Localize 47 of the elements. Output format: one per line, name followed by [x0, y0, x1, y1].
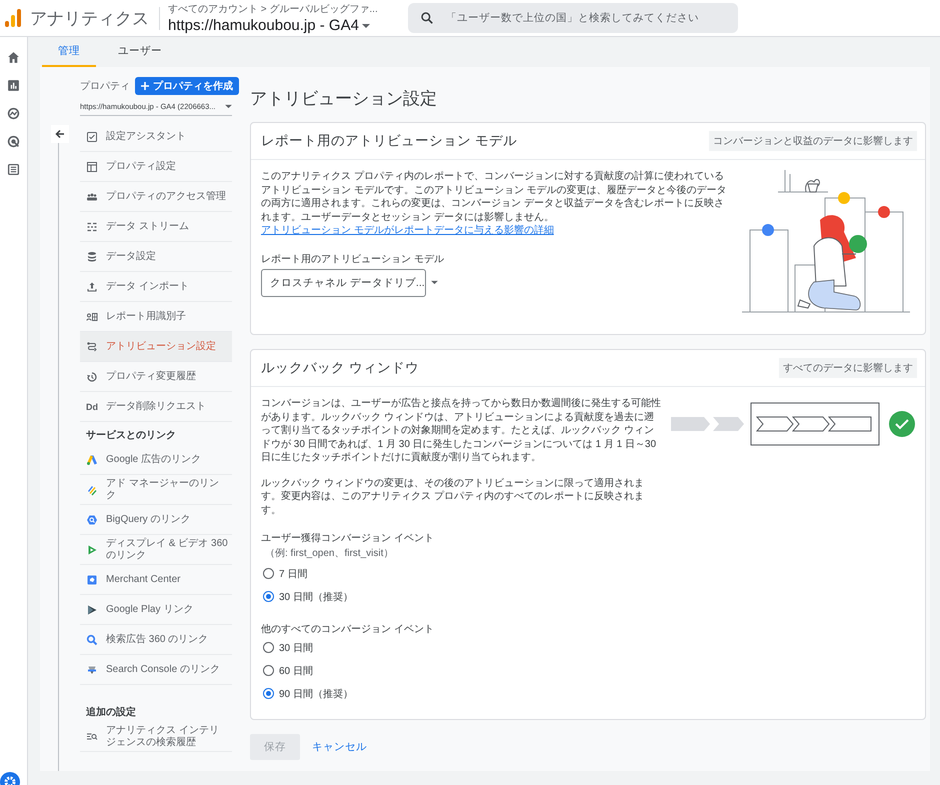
card-title: レポート用のアトリビューション モデル [261, 132, 517, 150]
create-property-button[interactable]: プロパティを作成 [135, 77, 239, 95]
page-title: アトリビューション設定 [250, 88, 438, 110]
nav-item[interactable]: 設定アシスタント [80, 122, 232, 152]
nav-item[interactable]: データ インポート [80, 272, 232, 302]
nav-item[interactable]: Google Play リンク [80, 595, 232, 625]
nav-item[interactable]: プロパティ設定 [80, 152, 232, 182]
info-chip: すべてのデータに影響します [779, 358, 917, 378]
description-text: コンバージョンは、ユーザーが広告と接点を持ってから数日か数週間後に発生する可能性があります。ルックバック ウィンドウは、アトリビューションによる貢献度を過去に遡って割り当てるタッチポイントの対象期間を定めます。たとえば、ルックバック ウィンドウが 30 日間であれば、1 月 30 日に発生したコンバージョンについては 1 月 1 日～30 日に生じたタッチポイントだけに貢献度が割り当てられます。 [261, 397, 661, 464]
nav-item[interactable]: Google 広告のリンク [80, 445, 232, 475]
group-label: 他のすべてのコンバージョン イベント [261, 623, 435, 636]
nav-item[interactable]: Dd データ削除リクエスト [80, 392, 232, 422]
nav-item[interactable]: プロパティ変更履歴 [80, 362, 232, 392]
learn-more-link[interactable]: アトリビューション モデルがレポートデータに与える影響の詳細 [261, 225, 554, 236]
group-label: ユーザー獲得コンバージョン イベント [261, 532, 435, 545]
option-label: 7 日間 [279, 568, 308, 580]
nav-item[interactable]: アトリビューション設定 [80, 332, 232, 362]
field-label: レポート用のアトリビューション モデル [261, 252, 445, 266]
nav-item[interactable]: アド マネージャーのリンク [80, 475, 232, 505]
description-text: このアナリティクス プロパティ内のレポートで、コンバージョンに対する貢献度の計算に使われているアトリビューション モデルです。このアトリビューション モデルの変更は、履歴データと今後のデータの両方に適用されます。これらの変更は、コンバージョン データと収益データを含むレポートに反映されます。ユーザーデータとセッション データには影響しません。 アトリビューション モデルがレポートデータに与える影響の詳細 [261, 170, 728, 238]
nav-item[interactable]: Search Console のリンク [80, 655, 232, 685]
property-picker[interactable]: https://hamukoubou.jp - GA4 [168, 17, 370, 34]
nav-item[interactable]: ディスプレイ & ビデオ 360 のリンク [80, 535, 232, 565]
tab[interactable]: ユーザー [102, 37, 178, 67]
nav-item[interactable]: Merchant Center [80, 565, 232, 595]
option-label: 60 日間 [279, 664, 313, 678]
hint-text: （例: first_open、first_visit） [265, 547, 394, 560]
nav-item[interactable]: プロパティのアクセス管理 [80, 182, 232, 212]
option-label: 30 日間（推奨） [279, 590, 353, 604]
search-field[interactable]: 「ユーザー数で上位の国」と検索してみてください [408, 3, 738, 33]
nav-item[interactable]: データ設定 [80, 242, 232, 272]
nav-item[interactable]: データ ストリーム [80, 212, 232, 242]
nav-item[interactable]: アナリティクス インテリジェンスの検索履歴 [80, 722, 232, 752]
option-label: 90 日間（推奨） [279, 688, 353, 700]
option-label: 30 日間 [279, 642, 313, 654]
cancel-link[interactable]: キャンセル [312, 740, 367, 754]
app-name: アナリティクス [30, 6, 160, 30]
icon-label: Dd [86, 402, 98, 412]
nav-item[interactable]: BigQuery のリンク [80, 505, 232, 535]
property-label: プロパティ [80, 80, 130, 93]
section-heading: サービスとのリンク [85, 428, 177, 443]
section-heading: 追加の設定 [85, 705, 137, 720]
breadcrumb[interactable]: すべてのアカウント > グルーバルビッグファ... [168, 2, 398, 16]
nav-item[interactable]: 検索広告 360 のリンク [80, 625, 232, 655]
info-chip: コンバージョンと収益のデータに影響します [709, 131, 917, 151]
card-title: ルックバック ウィンドウ [261, 359, 419, 377]
description-text: ルックバック ウィンドウの変更は、その後のアトリビューションに限って適用されます。変更内容は、このアナリティクス プロパティ内のすべてのレポートに反映されます。 [261, 476, 645, 517]
